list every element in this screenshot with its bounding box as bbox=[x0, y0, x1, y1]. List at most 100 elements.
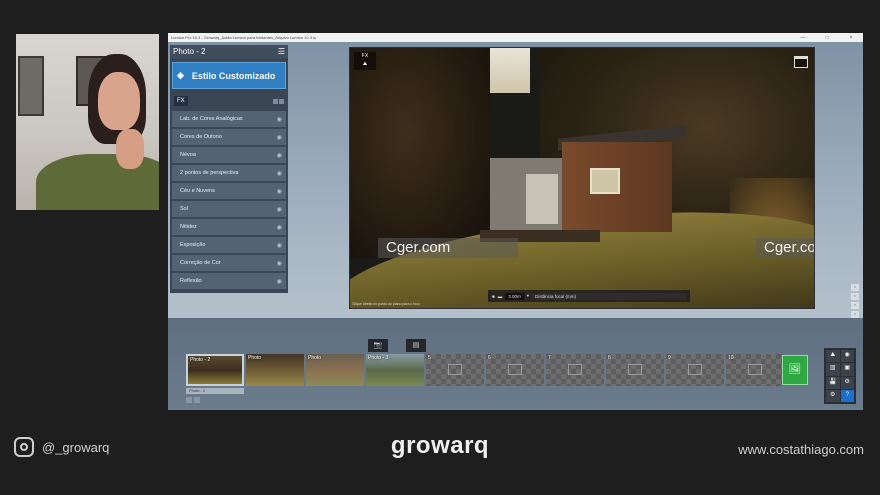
photo-thumbnail[interactable]: 5 bbox=[426, 354, 484, 386]
camera-icon[interactable]: ■ bbox=[492, 294, 495, 299]
effects-panel: Photo - 2 ☰ ◈ Estilo Customizado FX Lab.… bbox=[170, 45, 288, 293]
render-viewport[interactable]: FX⛰ Cger.com Cger.com ■ ▬ 3.00m ▾ Distân… bbox=[349, 47, 815, 309]
effect-item[interactable]: Sol ◉ bbox=[172, 201, 286, 217]
window-titlebar: Lumion Pro 10.3 - Growarq_Aulão Lumion p… bbox=[168, 33, 863, 42]
eye-icon[interactable]: ◉ bbox=[277, 206, 282, 213]
effect-item[interactable]: Cores de Outono ◉ bbox=[172, 129, 286, 145]
window-title: Lumion Pro 10.3 - Growarq_Aulão Lumion p… bbox=[171, 35, 316, 40]
eye-icon[interactable]: ◉ bbox=[277, 152, 282, 159]
side-tab[interactable]: ▪ bbox=[851, 293, 859, 300]
settings-icon[interactable]: ⚙ bbox=[840, 376, 854, 389]
capture-photo-button[interactable]: 📷 bbox=[368, 339, 388, 352]
photo-mode-workspace: Photo - 2 ☰ ◈ Estilo Customizado FX Lab.… bbox=[168, 42, 863, 410]
eye-icon[interactable]: ◉ bbox=[277, 188, 282, 195]
photo-mode-icon[interactable]: ◉ bbox=[840, 350, 854, 363]
close-button[interactable]: × bbox=[839, 35, 863, 41]
camera-icon bbox=[568, 364, 582, 375]
photo-thumbnail[interactable]: Photo - 3 bbox=[366, 354, 424, 386]
photo-thumbnail[interactable]: 9 bbox=[666, 354, 724, 386]
minimize-button[interactable]: — bbox=[791, 35, 815, 41]
custom-style-button[interactable]: ◈ Estilo Customizado bbox=[172, 62, 286, 89]
selected-photo-label: Photo - 2 bbox=[186, 388, 244, 394]
camera-icon bbox=[688, 364, 702, 375]
effect-item[interactable]: Correção de Cor ◉ bbox=[172, 255, 286, 271]
thumbnail-label: Photo - 3 bbox=[368, 355, 389, 361]
page-button[interactable] bbox=[279, 98, 284, 104]
custom-style-label: Estilo Customizado bbox=[191, 70, 276, 81]
fullscreen-icon[interactable] bbox=[794, 56, 808, 68]
thumbnail-label: 5 bbox=[428, 355, 431, 361]
fx-camera-icon[interactable]: FX ⛰ bbox=[354, 52, 376, 70]
save-icon[interactable]: 💾 bbox=[826, 376, 840, 389]
presenter-hand bbox=[116, 129, 144, 169]
eye-icon[interactable]: ◉ bbox=[277, 224, 282, 231]
fx-label: FX bbox=[361, 53, 369, 59]
side-tab[interactable]: ▪ bbox=[851, 284, 859, 291]
effect-label: Correção de Cor bbox=[180, 260, 221, 266]
scene-trees bbox=[350, 48, 490, 258]
effect-label: Exposição bbox=[180, 242, 206, 248]
effect-item[interactable]: Lab. de Cores Analógicas ◉ bbox=[172, 111, 286, 127]
timeline-nav bbox=[186, 397, 200, 403]
house-window bbox=[590, 168, 620, 194]
focal-length-field[interactable]: Distância focal (mm) bbox=[532, 292, 686, 300]
effect-label: Céu e Nuvens bbox=[180, 188, 215, 194]
effect-item[interactable]: 2 pontos de perspectiva ◉ bbox=[172, 165, 286, 181]
effect-label: Reflexão bbox=[180, 278, 202, 284]
wall-frame-picture bbox=[18, 56, 44, 116]
camera-icon bbox=[448, 364, 462, 375]
photo-thumbnail[interactable]: Photo bbox=[246, 354, 304, 386]
effect-item[interactable]: Céu e Nuvens ◉ bbox=[172, 183, 286, 199]
effect-label: Lab. de Cores Analógicas bbox=[180, 116, 243, 122]
ruler-icon[interactable]: ▬ bbox=[498, 294, 503, 299]
focus-distance[interactable]: 3.00m bbox=[505, 292, 524, 300]
photo-thumbnail[interactable]: Photo - 2 bbox=[186, 354, 244, 386]
thumbnail-label: Photo bbox=[248, 355, 262, 361]
viewport-hint: Clique direito no ponto do plano para o … bbox=[352, 302, 420, 306]
help-icon[interactable]: ? bbox=[840, 389, 854, 402]
photo-thumbnail[interactable]: 7 bbox=[546, 354, 604, 386]
eye-icon[interactable]: ◉ bbox=[277, 116, 282, 123]
effects-list: Lab. de Cores Analógicas ◉ Cores de Outon… bbox=[170, 111, 288, 289]
photo-thumbnail[interactable]: 6 bbox=[486, 354, 544, 386]
side-tab[interactable]: ▪ bbox=[851, 311, 859, 318]
eye-icon[interactable]: ◉ bbox=[277, 242, 282, 249]
save-photo-button[interactable]: ▤ bbox=[406, 339, 426, 352]
eye-icon[interactable]: ◉ bbox=[277, 260, 282, 267]
photo-thumbnail[interactable]: Photo bbox=[306, 354, 364, 386]
depth-of-field-bar: ■ ▬ 3.00m ▾ Distância focal (mm) bbox=[488, 290, 690, 302]
menu-icon[interactable]: ☰ bbox=[278, 47, 285, 56]
website-url: www.costathiago.com bbox=[738, 442, 864, 457]
thumbnail-label: 6 bbox=[488, 355, 491, 361]
effect-label: Sol bbox=[180, 206, 188, 212]
page-buttons bbox=[273, 98, 284, 104]
effect-item[interactable]: Nitidez ◉ bbox=[172, 219, 286, 235]
prev-page-button[interactable] bbox=[186, 397, 192, 403]
panorama-icon[interactable]: ▣ bbox=[840, 363, 854, 376]
thumb-tools: 📷 ▤ bbox=[368, 339, 426, 352]
maximize-button[interactable]: □ bbox=[815, 35, 839, 41]
container-house bbox=[480, 125, 686, 245]
options-icon[interactable]: ⚙ bbox=[826, 389, 840, 402]
eye-icon[interactable]: ◉ bbox=[277, 278, 282, 285]
render-photo-button[interactable]: 🖼 bbox=[782, 355, 808, 385]
webcam-overlay bbox=[16, 34, 159, 210]
effect-item[interactable]: Exposição ◉ bbox=[172, 237, 286, 253]
eye-icon[interactable]: ◉ bbox=[277, 134, 282, 141]
photo-thumbnail[interactable]: 8 bbox=[606, 354, 664, 386]
stepper-icon[interactable]: ▾ bbox=[527, 293, 529, 299]
effect-item[interactable]: Névoa ◉ bbox=[172, 147, 286, 163]
side-tab[interactable]: ▪ bbox=[851, 302, 859, 309]
fx-tab[interactable]: FX bbox=[174, 96, 188, 106]
fx-toolbar: FX bbox=[170, 94, 288, 108]
panel-header: Photo - 2 ☰ bbox=[170, 45, 288, 58]
effect-label: Cores de Outono bbox=[180, 134, 222, 140]
editor-mode-icon[interactable]: ⛰ bbox=[826, 350, 840, 363]
effect-item[interactable]: Reflexão ◉ bbox=[172, 273, 286, 289]
eye-icon[interactable]: ◉ bbox=[277, 170, 282, 177]
movie-mode-icon[interactable]: ▥ bbox=[826, 363, 840, 376]
photo-thumbnail[interactable]: 10 bbox=[726, 354, 784, 386]
page-button[interactable] bbox=[273, 98, 278, 104]
next-page-button[interactable] bbox=[194, 397, 200, 403]
house-window bbox=[526, 174, 558, 224]
